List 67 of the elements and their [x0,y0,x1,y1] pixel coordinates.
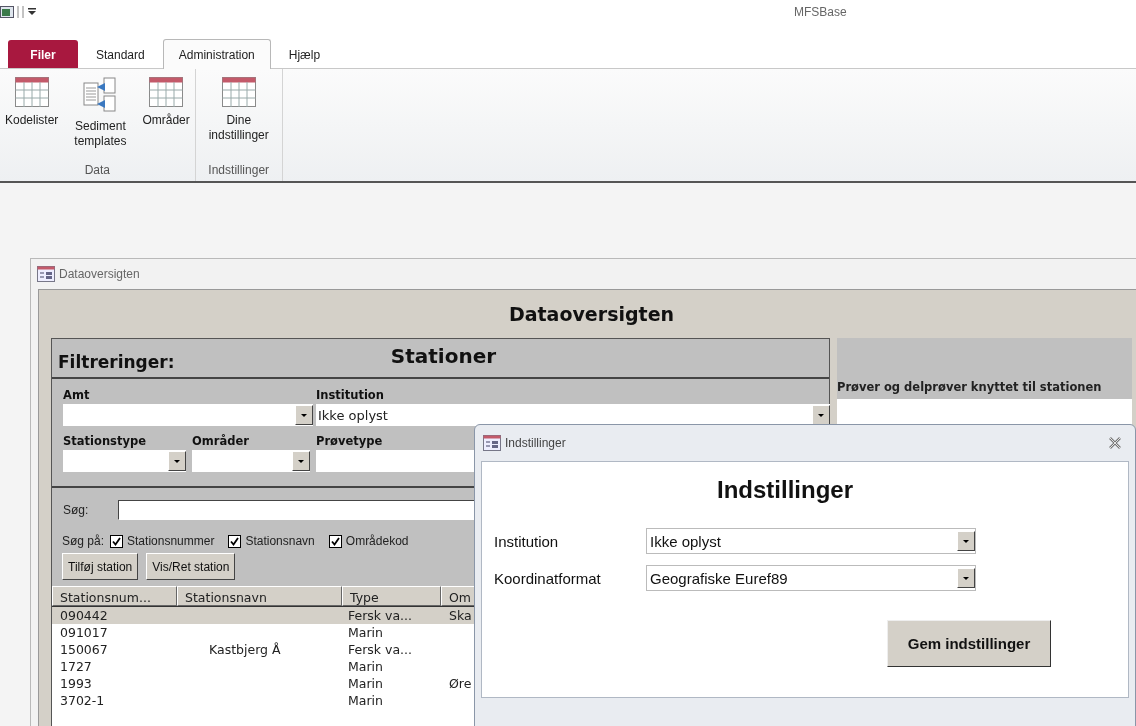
filter-dropdown[interactable]: Ikke oplyst [316,404,830,426]
dialog-title: Indstillinger [505,436,566,450]
table-cell: Marin [348,676,383,691]
app-icon[interactable] [0,6,14,18]
form-title: Dataoversigten [59,267,140,281]
filter-label: Institution [316,387,384,404]
table-icon [149,77,184,107]
checkbox[interactable] [328,534,342,548]
filter-label: Prøvetype [316,433,383,450]
column-header[interactable]: Type [342,586,441,606]
group-label: Data [84,163,111,179]
window-title: MFSBase [794,5,847,19]
filter-label: Områder [192,433,249,450]
table-cell: Marin [348,693,383,708]
document-arrows-icon [83,77,118,113]
settings-dropdown[interactable]: Ikke oplyst [646,528,976,554]
dialog-heading: Indstillinger [717,476,853,504]
filter-label: Stationstype [63,433,146,450]
table-cell: Marin [348,625,383,640]
table-icon [221,77,256,107]
checkbox[interactable] [110,534,124,548]
search-on-label: Søg på: [62,534,105,548]
table-cell: 1727 [60,659,92,674]
form-heading: Dataoversigten [508,303,675,325]
checkbox-label: Stationsnummer [127,534,215,548]
field-label: Koordinatformat [494,569,602,587]
table-icon [14,77,49,107]
table-cell: 150067 [60,642,108,657]
customize-menu-icon[interactable] [28,7,36,17]
group-label: Indstillinger [208,163,270,179]
checkbox-label: Områdekod [345,534,409,548]
file-tab[interactable]: Filer [8,40,78,68]
table-cell: Kastbjerg Å [209,642,281,657]
column-header[interactable]: Stationsnavn [177,586,342,606]
ribbon-button[interactable]: Sediment templates [61,77,140,163]
settings-dropdown[interactable]: Geografiske Euref89 [646,565,976,591]
station-button[interactable]: Vis/Ret station [146,553,236,580]
ribbon-button[interactable]: Områder [141,77,191,163]
table-cell: Marin [348,659,383,674]
ribbon-tab[interactable]: Hjælp [272,40,337,68]
stations-heading: Stationer [390,344,497,370]
field-label: Institution [494,532,560,550]
samples-heading: Prøver og delprøver knyttet til stationen [837,380,1102,394]
table-cell: Fersk va... [348,608,413,623]
table-cell: Øre [449,676,472,691]
search-label: Søg: [62,503,89,517]
save-settings-button[interactable]: Gem indstillinger [887,620,1051,667]
filter-heading: Filtreringer: [58,351,176,372]
table-cell: 3702-1 [60,693,105,708]
separator-icon [16,5,26,19]
table-cell: 091017 [60,625,108,640]
ribbon-button[interactable]: Dine indstillinger [199,77,278,163]
table-cell: Ska [449,608,472,623]
column-header[interactable]: Stationsnum... [52,586,177,606]
ribbon-tab[interactable]: Standard [80,40,161,68]
ribbon-tab[interactable]: Administration [162,39,271,69]
ribbon-button[interactable]: Kodelister [4,77,60,163]
filter-label: Amt [63,387,90,404]
checkbox[interactable] [228,534,242,548]
table-cell: 090442 [60,608,108,623]
table-cell: 1993 [60,676,92,691]
form-icon [483,435,501,451]
station-button[interactable]: Tilføj station [62,553,139,580]
checkbox-label: Stationsnavn [245,534,315,548]
form-icon [37,266,55,282]
table-cell: Fersk va... [348,642,413,657]
close-icon[interactable] [1109,437,1121,449]
